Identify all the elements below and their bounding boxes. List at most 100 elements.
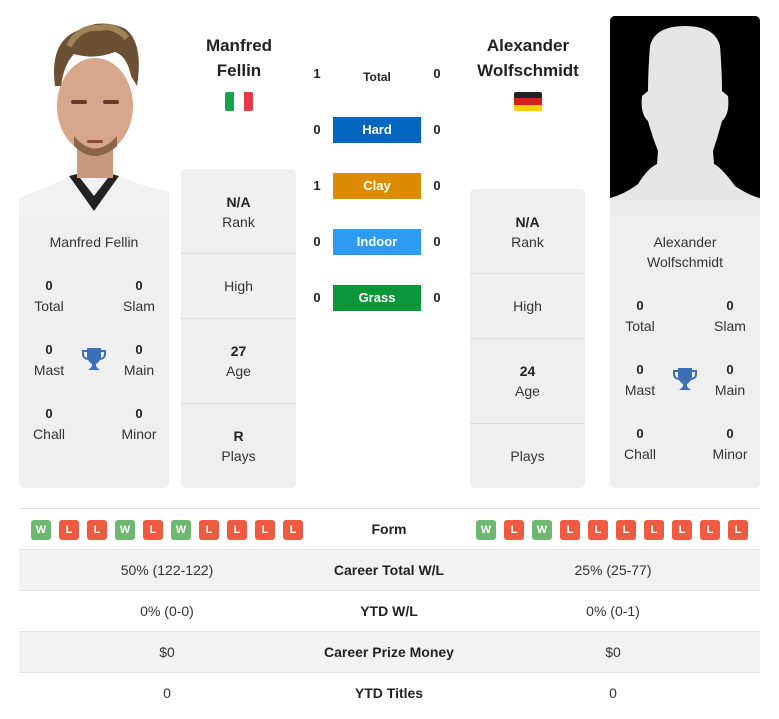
titles-mast-value: 0 (45, 342, 53, 357)
titles-chall: 0 Chall (610, 424, 670, 464)
form-win-badge: W (115, 520, 135, 541)
career-total-w-l-label: Career Total W/L (333, 562, 445, 578)
surface-clay-label: Clay (333, 173, 421, 199)
player-left-last-name: Fellin (216, 61, 262, 80)
career-prize-money-label: Career Prize Money (324, 644, 454, 660)
titles-minor-label: Minor (712, 446, 748, 462)
titles-slam-value: 0 (726, 298, 734, 313)
player-right-last-name: Wolfschmidt (477, 61, 579, 80)
plays-value: R (233, 428, 244, 444)
titles-total-label: Total (34, 298, 64, 314)
titles-mast-label: Mast (33, 362, 65, 378)
comparison-row: 0% (0-0) YTD W/L 0% (0-1) (19, 591, 760, 632)
h2h-right-grass: 0 (433, 290, 441, 305)
h2h-right-clay: 0 (433, 178, 441, 193)
titles-minor: 0 Minor (109, 404, 169, 444)
h2h-left-grass: 0 (313, 290, 321, 305)
form-loss-badge: L (59, 520, 79, 541)
age-cell: 24 Age (470, 361, 585, 401)
player-right-info: N/A Rank High 24 Age Plays (470, 189, 585, 488)
form-loss-badge: L (143, 520, 163, 541)
titles-mast: 0 Mast (610, 360, 670, 400)
plays-cell: Plays (470, 446, 585, 466)
form-right: WLWLLLLLLL (476, 509, 756, 550)
player-left-first-name: Manfred (205, 36, 273, 55)
titles-chall-label: Chall (624, 446, 656, 462)
age-label: Age (515, 383, 540, 399)
titles-minor-value: 0 (135, 406, 143, 421)
comparison-row: 0 YTD Titles 0 (19, 673, 760, 714)
titles-main-value: 0 (135, 342, 143, 357)
age-cell: 27 Age (181, 341, 296, 381)
form-loss-badge: L (644, 520, 664, 541)
ytd-w-l-left: 0% (0-0) (140, 603, 194, 619)
divider (470, 338, 585, 339)
player-right-first-name: Alexander (486, 36, 570, 55)
titles-mast-value: 0 (636, 362, 644, 377)
titles-main: 0 Main (700, 360, 760, 400)
silhouette-icon (610, 16, 760, 216)
form-loss-badge: L (504, 520, 524, 541)
age-value: 27 (230, 343, 247, 359)
form-loss-badge: L (255, 520, 275, 541)
player-left-name[interactable]: Manfred Fellin (180, 33, 298, 83)
titles-slam-label: Slam (714, 318, 746, 334)
ytd-w-l-label: YTD W/L (360, 603, 418, 619)
player-right-photo (610, 16, 760, 216)
form-loss-badge: L (560, 520, 580, 541)
titles-total-label: Total (625, 318, 655, 334)
titles-total: 0 Total (610, 296, 670, 336)
ytd-titles-label: YTD Titles (354, 685, 424, 701)
trophy-icon (82, 348, 106, 370)
player-right-card-name: Alexander Wolfschmidt (610, 232, 760, 272)
titles-minor-label: Minor (121, 426, 157, 442)
career-prize-money-right: $0 (605, 644, 621, 660)
titles-total-value: 0 (45, 278, 53, 293)
plays-cell: R Plays (181, 426, 296, 466)
titles-chall-value: 0 (45, 406, 53, 421)
card-name-line2: Wolfschmidt (647, 254, 723, 270)
rank-cell: N/A Rank (181, 192, 296, 232)
surface-indoor-label: Indoor (333, 229, 421, 255)
titles-chall: 0 Chall (19, 404, 79, 444)
form-loss-badge: L (700, 520, 720, 541)
titles-slam: 0 Slam (700, 296, 760, 336)
titles-main-label: Main (714, 382, 746, 398)
titles-mast-label: Mast (624, 382, 656, 398)
italy-flag-icon (225, 92, 253, 111)
titles-total-value: 0 (636, 298, 644, 313)
h2h-left-indoor: 0 (313, 234, 321, 249)
player-right-name[interactable]: Alexander Wolfschmidt (460, 33, 596, 83)
player-left-info: N/A Rank High 27 Age R Plays (181, 169, 296, 488)
titles-main-value: 0 (726, 362, 734, 377)
form-left: WLLWLWLLLL (31, 509, 311, 550)
rank-label: Rank (511, 234, 544, 250)
rank-value: N/A (226, 194, 251, 210)
h2h-left-clay: 1 (313, 178, 321, 193)
high-label: High (513, 298, 542, 314)
form-loss-badge: L (87, 520, 107, 541)
surface-total-label: Total (363, 70, 391, 84)
germany-flag-icon (514, 92, 542, 111)
trophy-icon (673, 368, 697, 390)
divider (181, 253, 296, 254)
rank-label: Rank (222, 214, 255, 230)
titles-total: 0 Total (19, 276, 79, 316)
h2h-right-indoor: 0 (433, 234, 441, 249)
plays-label: Plays (510, 448, 545, 464)
titles-slam: 0 Slam (109, 276, 169, 316)
form-row: WLLWLWLLLL Form WLWLLLLLLL (19, 509, 760, 550)
form-loss-badge: L (672, 520, 692, 541)
career-total-w-l-left: 50% (122-122) (120, 562, 214, 578)
form-loss-badge: L (588, 520, 608, 541)
career-prize-money-left: $0 (159, 644, 175, 660)
surface-grass-label: Grass (333, 285, 421, 311)
divider (181, 318, 296, 319)
surface-hard-label: Hard (333, 117, 421, 143)
titles-chall-value: 0 (636, 426, 644, 441)
titles-minor: 0 Minor (700, 424, 760, 464)
high-cell: High (181, 276, 296, 296)
player-left-card-name: Manfred Fellin (49, 234, 139, 250)
high-label: High (224, 278, 253, 294)
form-loss-badge: L (728, 520, 748, 541)
